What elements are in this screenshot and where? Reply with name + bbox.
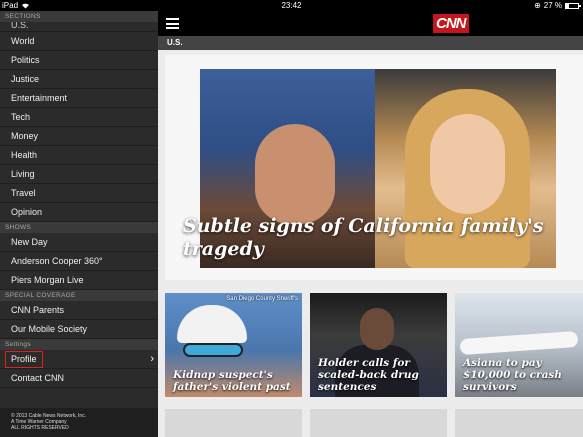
sidebar-item-label: Politics	[11, 55, 40, 65]
face-shape	[255, 124, 335, 224]
chevron-right-icon: ›	[150, 353, 154, 365]
menu-icon[interactable]	[166, 18, 179, 29]
section-title: U.S.	[167, 38, 183, 47]
rotation-lock-icon: ⊕	[534, 1, 541, 10]
sidebar-item-label: World	[11, 36, 35, 46]
story-card-partial[interactable]	[165, 409, 302, 437]
sidebar-item-label: Money	[11, 131, 39, 141]
sidebar-item-cnn-parents[interactable]: CNN Parents	[0, 301, 158, 320]
sidebar-item-label: Opinion	[11, 207, 43, 217]
sidebar-item-label: Living	[11, 169, 35, 179]
sidebar-item-tech[interactable]: Tech	[0, 108, 158, 127]
sidebar-item-entertainment[interactable]: Entertainment	[0, 89, 158, 108]
hero-story[interactable]: Subtle signs of California family's trag…	[165, 55, 583, 280]
head-shape	[360, 308, 394, 350]
footer-line: ALL RIGHTS RESERVED	[11, 425, 69, 431]
hero-headline: Subtle signs of California family's trag…	[183, 215, 544, 260]
sidebar-item-politics[interactable]: Politics	[0, 51, 158, 70]
face-shape	[430, 114, 505, 214]
sidebar-item-label: Health	[11, 150, 38, 160]
sidebar-item-mobile-society[interactable]: Our Mobile Society	[0, 320, 158, 339]
sidebar-item-label: Travel	[11, 188, 36, 198]
status-bar: iPad 23:42 ⊕ 27 %	[0, 0, 583, 11]
sidebar-menu: Sections U.S. World Politics Justice Ent…	[0, 11, 158, 437]
sidebar-item-world[interactable]: World	[0, 32, 158, 51]
cap-shape	[177, 305, 247, 343]
sidebar-item-health[interactable]: Health	[0, 146, 158, 165]
sidebar-item-justice[interactable]: Justice	[0, 70, 158, 89]
story-card-headline: Asiana to pay $10,000 to crash survivors	[463, 357, 562, 393]
sidebar-item-label: New Day	[11, 237, 48, 247]
story-card-partial[interactable]	[455, 409, 583, 437]
sidebar-item-us[interactable]: U.S.	[0, 22, 158, 32]
story-card-partial[interactable]	[310, 409, 447, 437]
sidebar-item-label: CNN Parents	[11, 305, 65, 315]
battery-percent: 27 %	[543, 1, 562, 10]
sidebar-item-contact[interactable]: Contact CNN	[0, 369, 158, 388]
sidebar-item-profile[interactable]: Profile ›	[0, 350, 158, 369]
battery-icon	[565, 2, 581, 9]
sidebar-item-label: Piers Morgan Live	[11, 275, 84, 285]
sidebar-item-money[interactable]: Money	[0, 127, 158, 146]
sidebar-item-travel[interactable]: Travel	[0, 184, 158, 203]
cnn-logo[interactable]: CNN	[433, 14, 469, 33]
sunglasses-shape	[183, 343, 243, 357]
plane-shape	[459, 330, 579, 356]
section-header-special-coverage: Special Coverage	[0, 290, 158, 301]
sidebar-item-label: U.S.	[11, 22, 29, 30]
story-card[interactable]: Holder calls for scaled-back drug senten…	[310, 293, 447, 397]
sidebar-item-label: Our Mobile Society	[11, 324, 88, 334]
app-header: CNN	[158, 11, 583, 36]
story-card[interactable]: Asiana to pay $10,000 to crash survivors	[455, 293, 583, 397]
section-title-bar: U.S.	[158, 36, 583, 50]
section-header-shows: Shows	[0, 222, 158, 233]
sidebar-item-label: Entertainment	[11, 93, 68, 103]
sidebar-item-opinion[interactable]: Opinion	[0, 203, 158, 222]
sidebar-item-label: Contact CNN	[11, 373, 65, 383]
sidebar-item-living[interactable]: Living	[0, 165, 158, 184]
section-header-sections: Sections	[0, 11, 158, 22]
story-card-headline: Holder calls for scaled-back drug senten…	[318, 357, 419, 393]
story-card[interactable]: San Diego County Sheriff's Kidnap suspec…	[165, 293, 302, 397]
copyright-footer: © 2013 Cable News Network, Inc. A Time W…	[0, 408, 158, 437]
sidebar-item-anderson-cooper[interactable]: Anderson Cooper 360°	[0, 252, 158, 271]
story-card-headline: Kidnap suspect's father's violent past	[173, 369, 291, 393]
sidebar-item-piers-morgan[interactable]: Piers Morgan Live	[0, 271, 158, 290]
sidebar-item-new-day[interactable]: New Day	[0, 233, 158, 252]
sidebar-item-label: Justice	[11, 74, 40, 84]
sidebar-item-label: Tech	[11, 112, 31, 122]
clock: 23:42	[281, 1, 302, 10]
section-header-settings: Settings	[0, 339, 158, 350]
selection-highlight	[5, 351, 43, 368]
main-content: Subtle signs of California family's trag…	[158, 50, 583, 437]
sidebar-item-label: Anderson Cooper 360°	[11, 256, 103, 266]
photo-credit: San Diego County Sheriff's	[226, 296, 298, 302]
